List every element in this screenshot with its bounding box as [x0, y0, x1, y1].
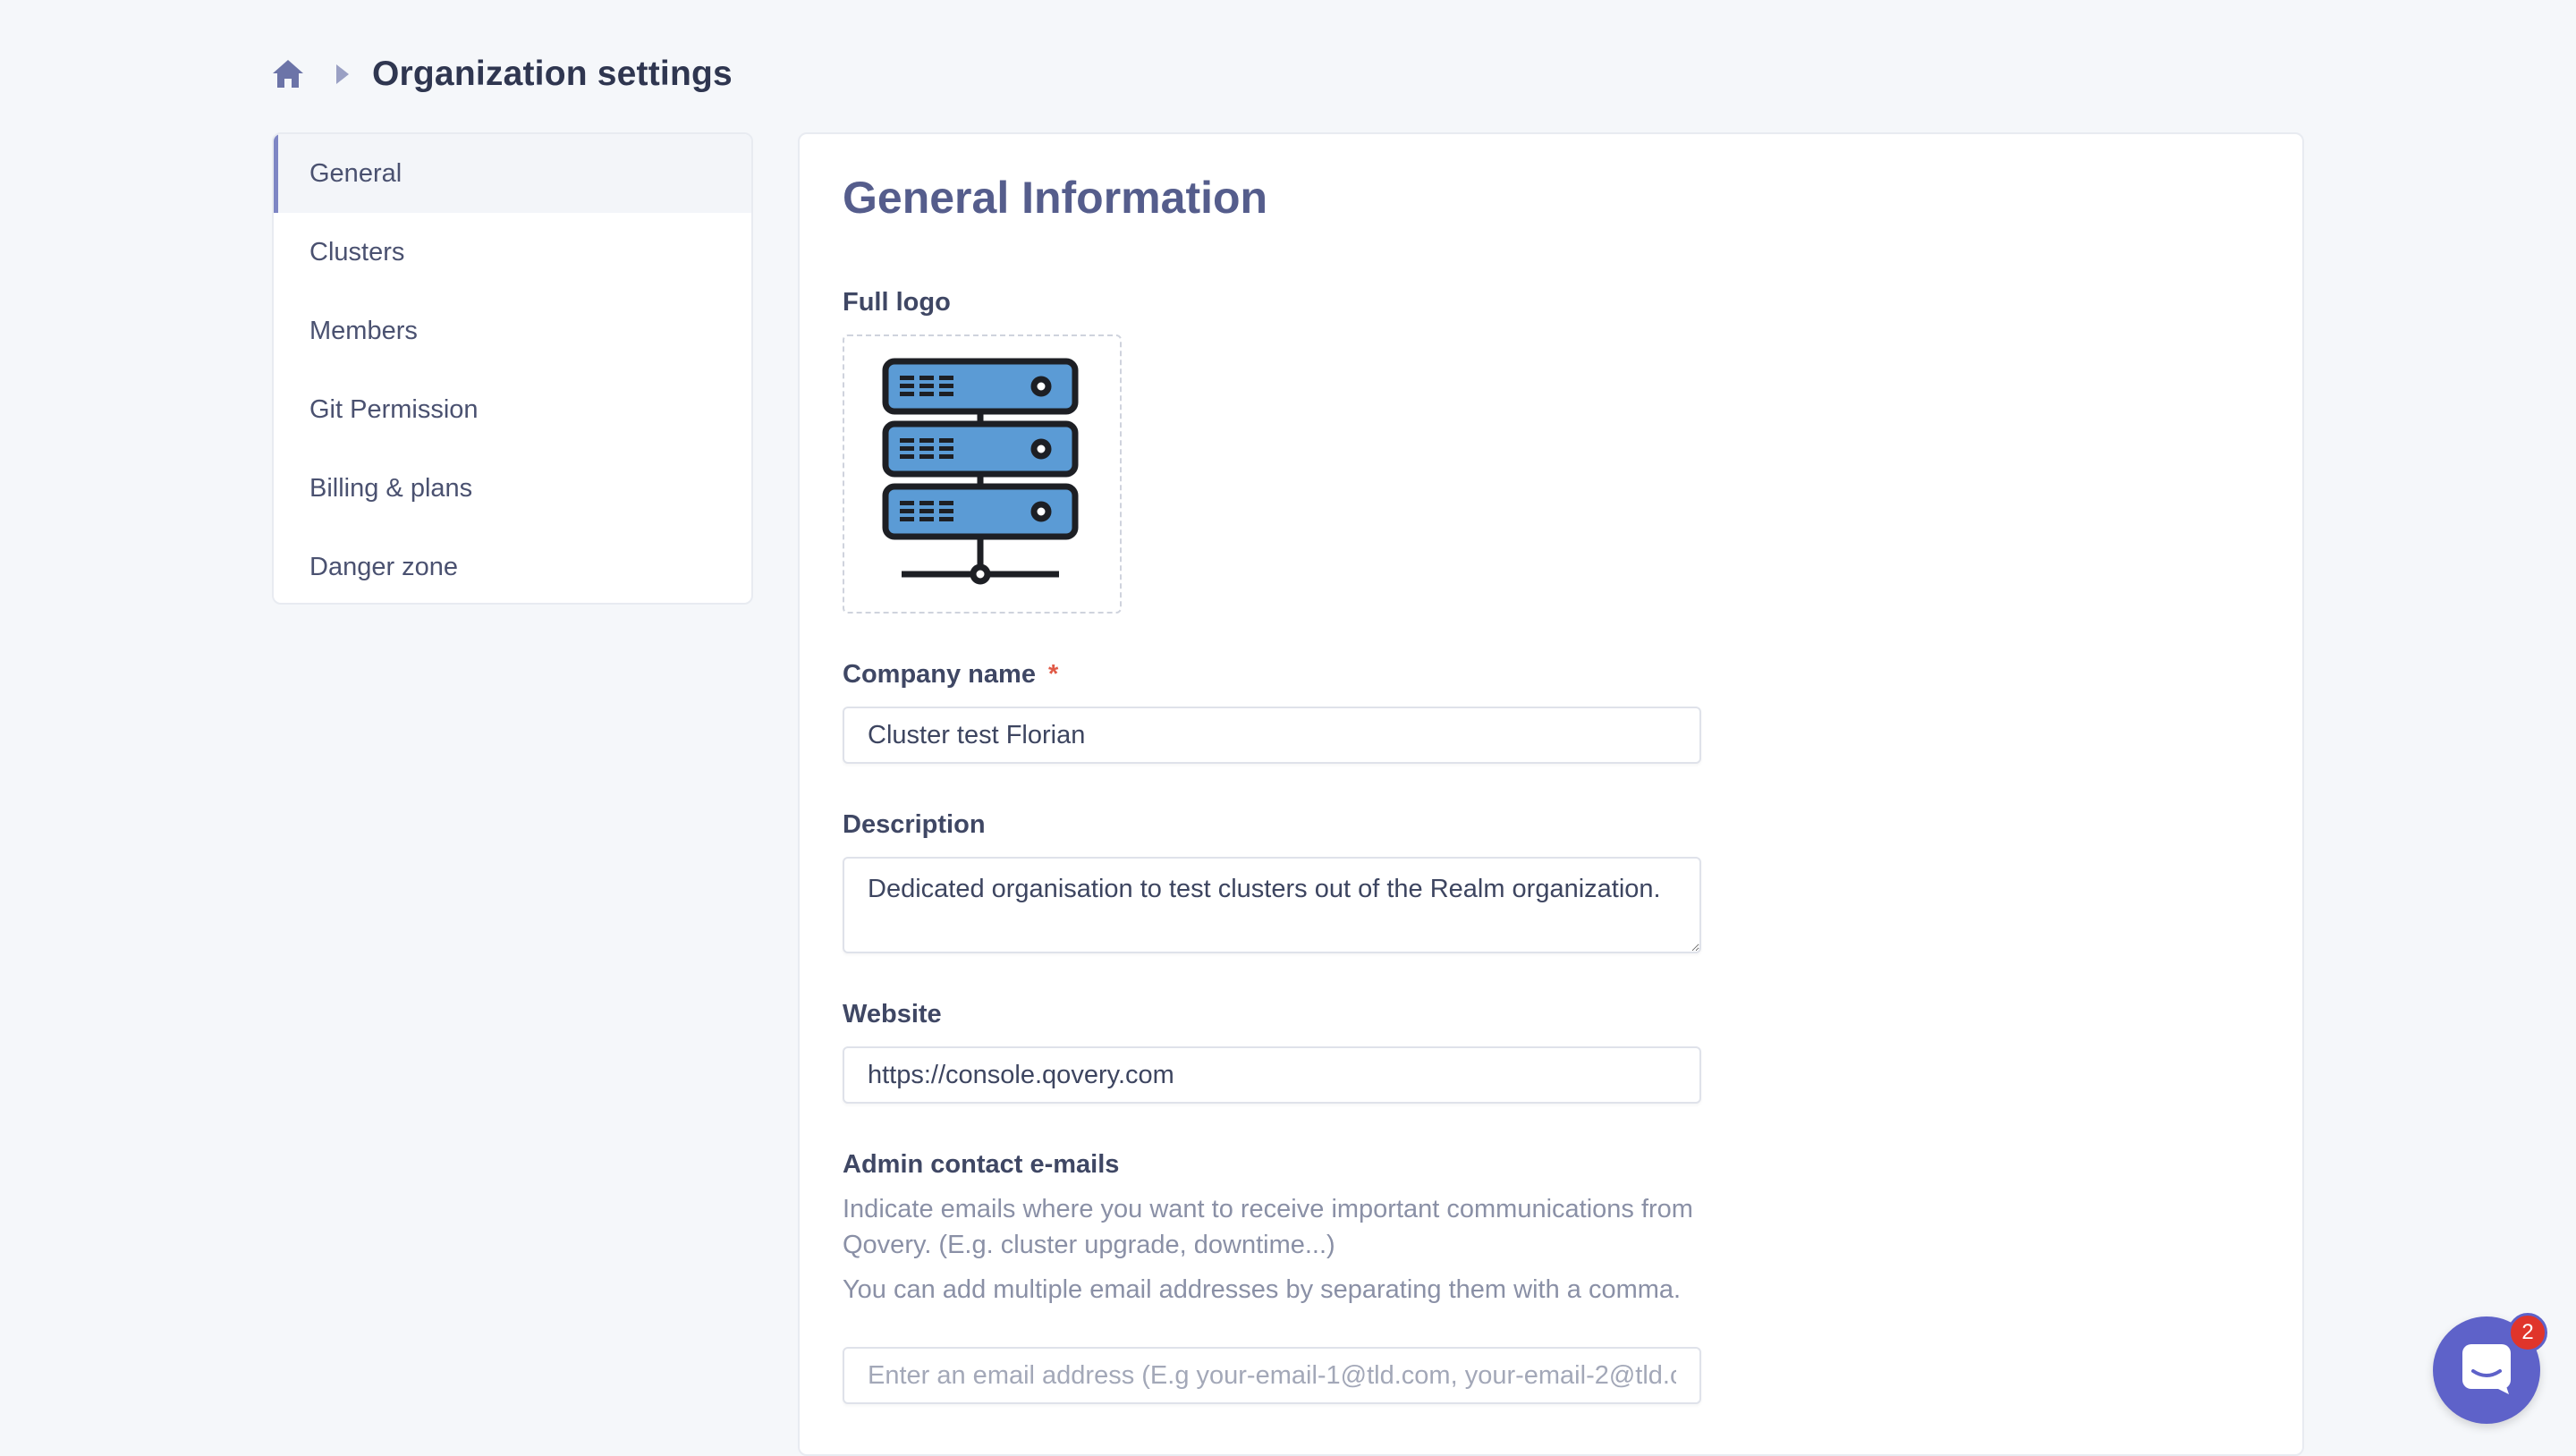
chat-icon: [2459, 1341, 2514, 1401]
settings-sidebar: General Clusters Members Git Permission …: [272, 132, 753, 605]
sidebar-item-label: Members: [309, 316, 418, 345]
required-marker: *: [1047, 660, 1059, 689]
home-icon[interactable]: [270, 56, 306, 92]
admin-emails-help: Indicate emails where you want to receiv…: [843, 1195, 1693, 1259]
sidebar-item-billing[interactable]: Billing & plans: [274, 449, 751, 528]
sidebar-item-general[interactable]: General: [274, 134, 751, 213]
sidebar-item-members[interactable]: Members: [274, 292, 751, 370]
logo-upload[interactable]: [843, 334, 1122, 614]
full-logo-label: Full logo: [843, 288, 951, 317]
notification-badge: 2: [2508, 1313, 2547, 1352]
sidebar-item-label: Danger zone: [309, 552, 459, 581]
admin-emails-help-multiple: You can add multiple email addresses by …: [843, 1275, 1682, 1304]
admin-emails-input[interactable]: [843, 1347, 1701, 1404]
company-name-label-text: Company name: [843, 660, 1036, 689]
sidebar-item-clusters[interactable]: Clusters: [274, 213, 751, 292]
sidebar-item-label: Git Permission: [309, 394, 479, 424]
sidebar-item-git-permission[interactable]: Git Permission: [274, 370, 751, 449]
caret-right-icon: [333, 63, 352, 86]
company-name-label: Company name *: [843, 660, 1058, 690]
sidebar-item-danger-zone[interactable]: Danger zone: [274, 528, 751, 603]
admin-emails-label: Admin contact e-mails: [843, 1150, 1120, 1179]
description-label: Description: [843, 810, 986, 839]
website-input[interactable]: [843, 1046, 1701, 1104]
breadcrumb: Organization settings: [270, 52, 733, 97]
company-name-input[interactable]: [843, 707, 1701, 764]
section-title: General Information: [843, 173, 1268, 223]
page-title: Organization settings: [372, 55, 733, 93]
website-label: Website: [843, 1000, 942, 1029]
sidebar-item-label: Billing & plans: [309, 473, 473, 503]
general-information-panel: General Information Full logo Company na…: [798, 132, 2304, 1456]
description-textarea[interactable]: Dedicated organisation to test clusters …: [843, 857, 1701, 953]
sidebar-item-label: General: [309, 158, 402, 188]
server-rack-icon: [877, 356, 1088, 593]
sidebar-item-label: Clusters: [309, 237, 405, 267]
